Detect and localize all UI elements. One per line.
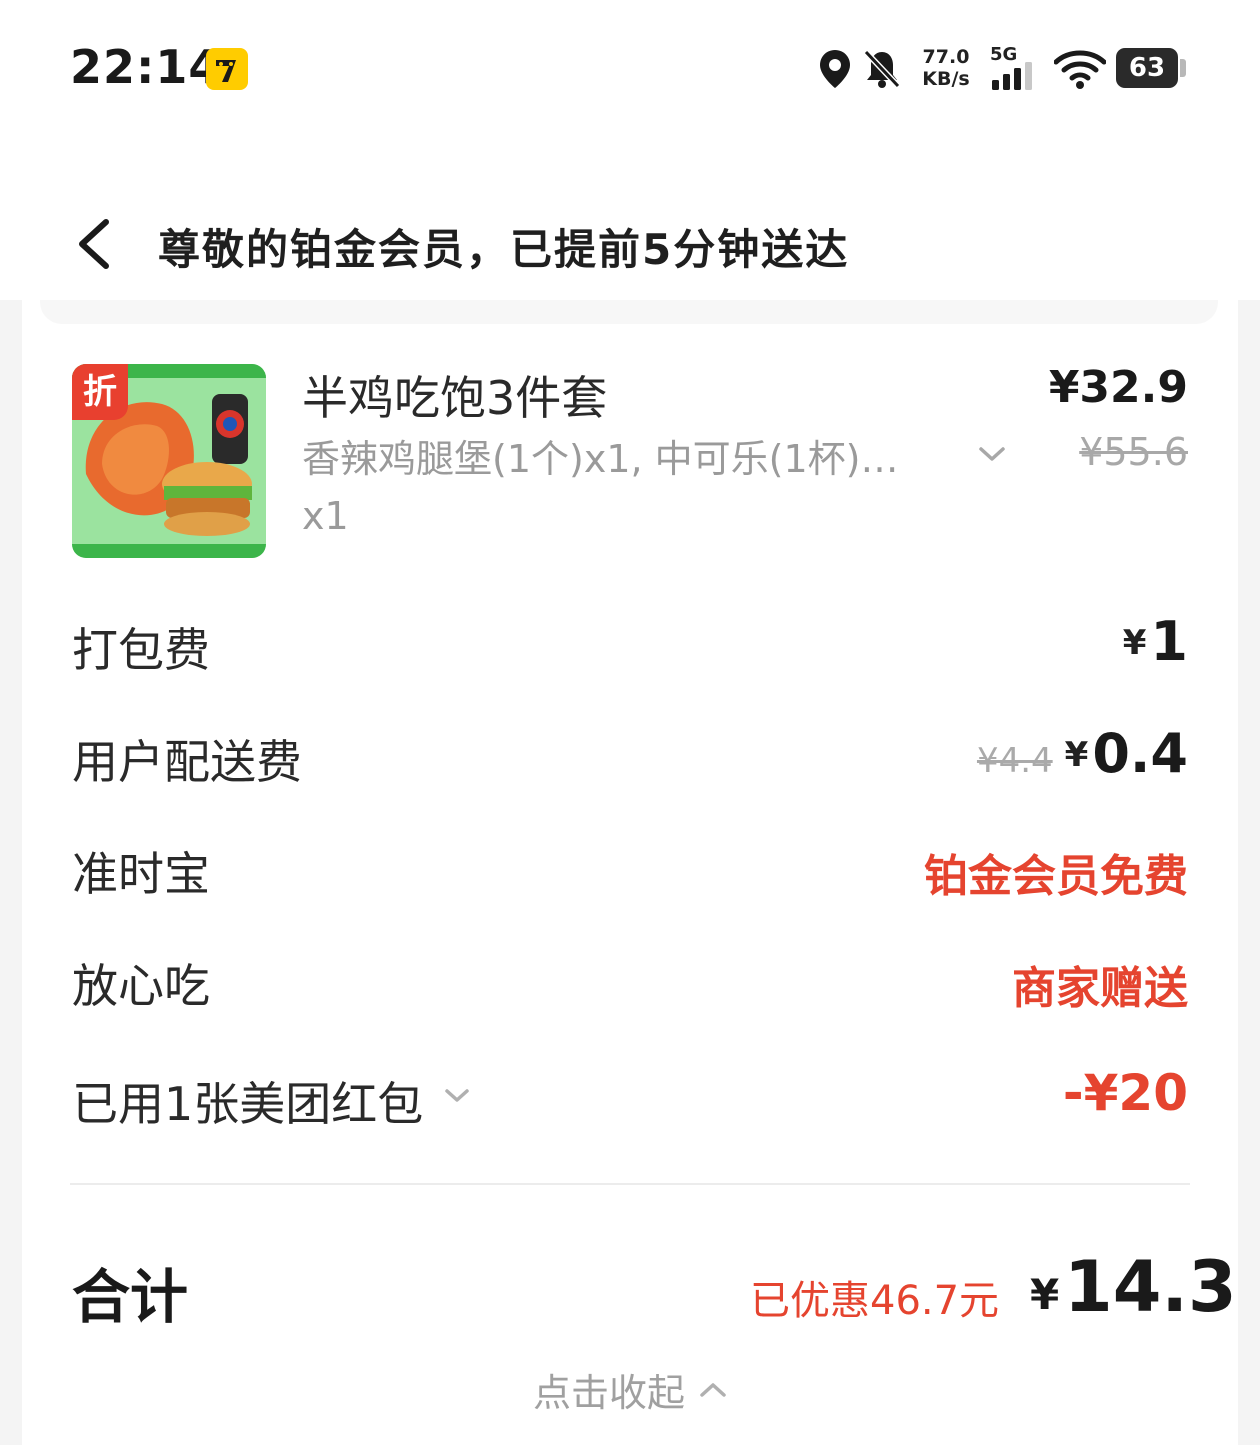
currency-symbol: ¥ (1064, 735, 1089, 775)
currency-symbol: ¥ (1030, 1270, 1060, 1319)
chevron-up-icon[interactable] (699, 1381, 727, 1399)
location-icon (820, 50, 850, 88)
app-notification-icon (206, 48, 248, 90)
total-amount: 14.3 (1064, 1246, 1237, 1328)
currency-symbol: ¥ (1122, 623, 1147, 663)
item-quantity: x1 (302, 494, 349, 538)
item-name: 半鸡吃饱3件套 (302, 371, 608, 425)
battery-cap (1180, 59, 1186, 77)
collapse-toggle[interactable]: 点击收起 (0, 1362, 1260, 1417)
delivery-fee-label: 用户配送费 (72, 735, 302, 789)
chevron-down-icon[interactable] (444, 1088, 470, 1104)
delivery-fee-original: ¥4.4 (976, 741, 1053, 781)
divider (70, 1183, 1190, 1185)
collapse-label[interactable]: 点击收起 (533, 1362, 685, 1417)
back-arrow-icon[interactable] (70, 216, 114, 272)
mute-bell-icon (863, 49, 901, 89)
battery-level: 63 (1128, 53, 1166, 83)
total-label: 合计 (72, 1263, 189, 1331)
status-time: 22:14 (70, 40, 222, 94)
nav-bar: 尊敬的铂金会员，已提前5分钟送达 (0, 150, 1260, 300)
safe-eat-label: 放心吃 (72, 959, 210, 1013)
packing-fee-label: 打包费 (72, 623, 210, 677)
red-packet-label[interactable]: 已用1张美团红包 (72, 1068, 423, 1134)
network-speed-unit: KB/s (922, 68, 970, 90)
packing-fee-value: ¥1 (1123, 610, 1188, 673)
red-packet-value: -¥20 (1062, 1064, 1188, 1122)
item-description: 香辣鸡腿堡(1个)x1, 中可乐(1杯)… (302, 437, 899, 481)
delivery-fee-value: ¥4.4 ¥0.4 (977, 722, 1188, 785)
item-price: ¥32.9 (1048, 362, 1188, 413)
ontime-label: 准时宝 (72, 847, 210, 901)
chevron-down-icon[interactable] (978, 446, 1006, 462)
network-speed: 77.0 KB/s (918, 46, 974, 90)
safe-eat-value: 商家赠送 (1012, 963, 1188, 1014)
discount-tag: 折 (72, 364, 128, 420)
signal-icon (992, 62, 1032, 90)
card-top-shade (40, 300, 1218, 324)
total-saved: 已优惠46.7元 (750, 1278, 1000, 1324)
page-title: 尊敬的铂金会员，已提前5分钟送达 (158, 225, 850, 274)
ontime-value: 铂金会员免费 (924, 851, 1188, 902)
item-original-price: ¥55.6 (1079, 430, 1188, 474)
network-speed-value: 77.0 (922, 46, 970, 68)
delivery-fee-amount: 0.4 (1092, 722, 1188, 785)
wifi-icon (1054, 50, 1106, 89)
packing-fee-amount: 1 (1150, 610, 1188, 673)
